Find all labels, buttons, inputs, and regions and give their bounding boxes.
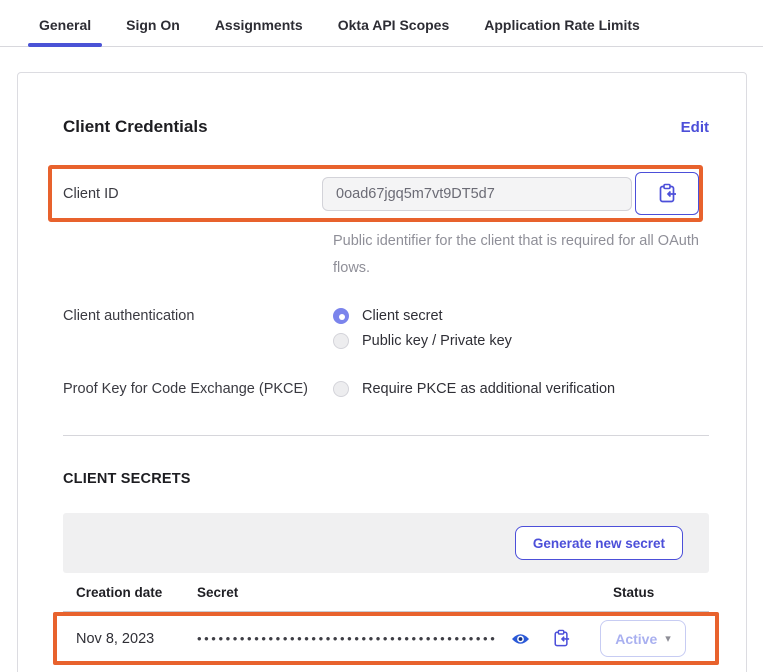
client-authentication-options: Client secret Public key / Private key [333, 308, 709, 349]
client-credentials-header: Client Credentials Edit [63, 117, 709, 137]
option-client-secret-label: Client secret [362, 308, 443, 324]
option-public-private-key[interactable]: Public key / Private key [333, 333, 709, 349]
secret-creation-date: Nov 8, 2023 [76, 631, 197, 647]
client-id-help-text: Public identifier for the client that is… [333, 228, 709, 282]
tab-okta-api-scopes[interactable]: Okta API Scopes [327, 3, 461, 46]
header-status: Status [591, 585, 709, 600]
client-id-row: Client ID [63, 172, 699, 215]
edit-link[interactable]: Edit [681, 119, 709, 136]
copy-secret-button[interactable] [539, 627, 583, 650]
client-secrets-title: CLIENT SECRETS [63, 471, 709, 487]
pkce-option-label: Require PKCE as additional verification [362, 381, 615, 397]
status-cell: Active ▾ [583, 620, 701, 657]
secret-masked-cell: ••••••••••••••••••••••••••••••••••••••••… [197, 630, 539, 648]
secret-table-row: Nov 8, 2023 ••••••••••••••••••••••••••••… [63, 618, 701, 659]
generate-new-secret-button[interactable]: Generate new secret [515, 526, 683, 560]
copy-client-id-button[interactable] [635, 172, 699, 215]
tab-assignments[interactable]: Assignments [204, 3, 314, 46]
clipboard-copy-icon [553, 629, 570, 648]
client-id-highlight-box: Client ID [48, 165, 703, 222]
section-divider [63, 435, 709, 436]
header-secret: Secret [197, 585, 547, 600]
eye-icon [511, 632, 530, 646]
secrets-table-header: Creation date Secret Status [63, 573, 709, 612]
tab-application-rate-limits[interactable]: Application Rate Limits [473, 3, 651, 46]
client-id-input[interactable] [322, 177, 632, 211]
secret-row-highlight-box: Nov 8, 2023 ••••••••••••••••••••••••••••… [53, 612, 719, 665]
client-credentials-title: Client Credentials [63, 117, 208, 137]
pkce-label: Proof Key for Code Exchange (PKCE) [63, 381, 333, 397]
client-secrets-toolbar: Generate new secret [63, 513, 709, 573]
masked-secret-value: ••••••••••••••••••••••••••••••••••••••••… [197, 631, 497, 646]
reveal-secret-button[interactable] [509, 630, 532, 648]
caret-down-icon: ▾ [665, 632, 671, 645]
clipboard-copy-icon [658, 183, 677, 204]
header-creation-date: Creation date [76, 585, 197, 600]
option-client-secret[interactable]: Client secret [333, 308, 709, 324]
radio-client-secret[interactable] [333, 308, 349, 324]
client-authentication-label: Client authentication [63, 308, 333, 324]
option-public-private-key-label: Public key / Private key [362, 333, 512, 349]
app-tab-bar: General Sign On Assignments Okta API Sco… [0, 3, 763, 47]
pkce-option[interactable]: Require PKCE as additional verification [333, 381, 709, 397]
client-credentials-card: Client Credentials Edit Client ID [17, 72, 747, 672]
status-badge: Active [615, 631, 657, 647]
radio-public-private-key[interactable] [333, 333, 349, 349]
status-dropdown-button[interactable]: Active ▾ [600, 620, 686, 657]
pkce-checkbox[interactable] [333, 381, 349, 397]
client-id-value-area [322, 172, 699, 215]
client-authentication-row: Client authentication Client secret Publ… [63, 308, 709, 349]
tab-sign-on[interactable]: Sign On [115, 3, 191, 46]
pkce-row: Proof Key for Code Exchange (PKCE) Requi… [63, 381, 709, 397]
tab-general[interactable]: General [28, 3, 102, 46]
client-id-label: Client ID [63, 186, 322, 202]
